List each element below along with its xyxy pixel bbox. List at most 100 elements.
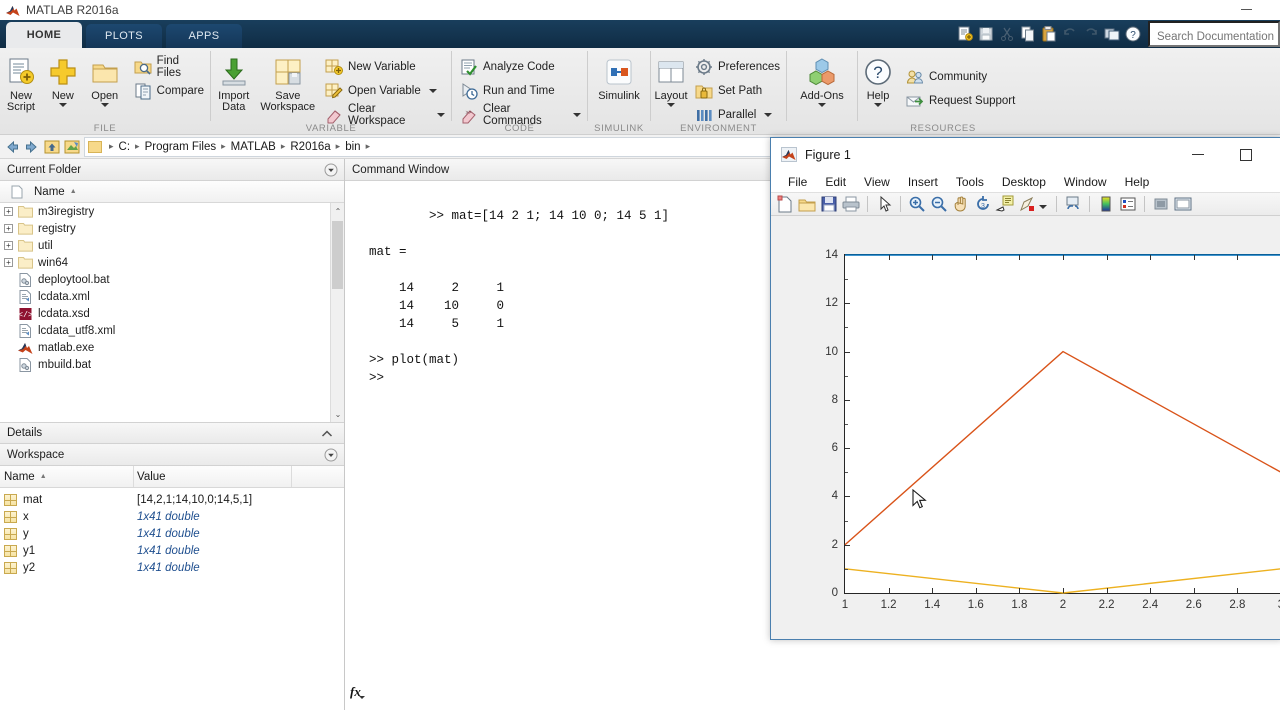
tab-apps[interactable]: APPS — [166, 24, 242, 48]
chevron-down-icon[interactable] — [58, 103, 67, 107]
list-item[interactable]: + registry — [0, 220, 344, 237]
list-item[interactable]: lcdata.xml — [0, 288, 344, 305]
community-button[interactable]: Community — [904, 65, 1021, 89]
menu-insert[interactable]: Insert — [899, 175, 947, 189]
breadcrumb-item-4[interactable]: bin — [343, 141, 362, 153]
show-plot-tools-icon[interactable] — [1173, 194, 1193, 214]
scroll-up-button[interactable]: ⌃ — [331, 203, 344, 219]
name-column-label[interactable]: Name — [34, 186, 65, 198]
switch-window-icon[interactable] — [1103, 25, 1121, 43]
chevron-down-icon[interactable] — [874, 103, 882, 107]
print-figure-icon[interactable] — [841, 194, 861, 214]
table-row[interactable]: y2 1x41 double — [0, 559, 344, 576]
help-icon[interactable]: ? — [1124, 25, 1142, 43]
request-support-button[interactable]: Request Support — [904, 89, 1021, 113]
legend-icon[interactable] — [1118, 194, 1138, 214]
preferences-button[interactable]: Preferences — [693, 55, 786, 79]
save-icon[interactable] — [977, 25, 995, 43]
pan-icon[interactable] — [951, 194, 971, 214]
pointer-icon[interactable] — [874, 194, 894, 214]
workspace-col-name[interactable]: Name — [4, 471, 35, 483]
run-and-time-button[interactable]: Run and Time — [458, 79, 587, 103]
link-plot-icon[interactable] — [1063, 194, 1083, 214]
expander-icon[interactable]: + — [4, 241, 13, 250]
menu-tools[interactable]: Tools — [947, 175, 993, 189]
chevron-down-icon[interactable] — [818, 103, 826, 107]
new-figure-icon[interactable] — [775, 194, 795, 214]
data-cursor-icon[interactable] — [995, 194, 1015, 214]
back-arrow-icon[interactable] — [4, 139, 20, 155]
list-item[interactable]: + win64 — [0, 254, 344, 271]
menu-desktop[interactable]: Desktop — [993, 175, 1055, 189]
window-minimize-button[interactable] — [1241, 9, 1252, 10]
chevron-down-icon[interactable] — [764, 113, 773, 117]
menu-help[interactable]: Help — [1116, 175, 1159, 189]
fx-icon[interactable]: fx — [350, 683, 365, 701]
list-item[interactable]: + m3iregistry — [0, 203, 344, 220]
figure-maximize-button[interactable] — [1225, 138, 1267, 171]
open-button[interactable]: Open — [84, 51, 126, 107]
scrollbar-thumb[interactable] — [332, 221, 343, 289]
chevron-up-icon[interactable] — [320, 427, 334, 444]
forward-arrow-icon[interactable] — [24, 139, 40, 155]
new-variable-button[interactable]: New Variable — [323, 55, 451, 79]
brush-dropdown-chevron-down-icon[interactable] — [1039, 205, 1047, 209]
help-button[interactable]: ? Help — [858, 51, 898, 107]
zoom-in-icon[interactable] — [907, 194, 927, 214]
tab-home[interactable]: HOME — [6, 22, 82, 48]
breadcrumb-item-2[interactable]: MATLAB — [229, 141, 278, 153]
add-ons-button[interactable]: Add-Ons — [791, 51, 853, 107]
new-button[interactable]: New — [42, 51, 84, 107]
workspace-variable-list[interactable]: mat [14,2,1;14,10,0;14,5,1] x 1x41 doubl… — [0, 488, 344, 710]
compare-button[interactable]: Compare — [132, 79, 210, 103]
chevron-down-icon[interactable] — [100, 103, 109, 107]
copy-icon[interactable] — [1019, 25, 1037, 43]
plot-axes[interactable]: 0246810121411.21.41.61.822.22.42.62.83 — [825, 249, 1280, 611]
save-figure-icon[interactable] — [819, 194, 839, 214]
list-item[interactable]: </> lcdata.xsd — [0, 305, 344, 322]
layout-button[interactable]: Layout — [651, 51, 691, 107]
menu-edit[interactable]: Edit — [816, 175, 855, 189]
chevron-down-icon[interactable] — [437, 113, 445, 117]
open-figure-icon[interactable] — [797, 194, 817, 214]
panel-options-icon[interactable] — [324, 163, 338, 177]
chevron-down-icon[interactable] — [428, 89, 437, 93]
list-item[interactable]: mbuild.bat — [0, 356, 344, 373]
menu-window[interactable]: Window — [1055, 175, 1116, 189]
table-row[interactable]: mat [14,2,1;14,10,0;14,5,1] — [0, 491, 344, 508]
set-path-button[interactable]: Set Path — [693, 79, 786, 103]
workspace-col-value[interactable]: Value — [134, 466, 292, 487]
open-variable-button[interactable]: Open Variable — [323, 79, 451, 103]
search-documentation-input[interactable] — [1148, 21, 1280, 47]
browse-folder-icon[interactable] — [64, 139, 80, 155]
brush-icon[interactable] — [1017, 194, 1037, 214]
chevron-down-icon[interactable] — [573, 113, 581, 117]
current-folder-file-list[interactable]: + m3iregistry + registry + util + win64 … — [0, 203, 344, 422]
figure-plot-area[interactable]: 0246810121411.21.41.61.822.22.42.62.83 — [771, 217, 1280, 639]
panel-options-icon[interactable] — [324, 448, 338, 462]
chevron-down-icon[interactable] — [666, 103, 675, 107]
figure-minimize-button[interactable] — [1177, 138, 1219, 171]
expander-icon[interactable]: + — [4, 258, 13, 267]
table-row[interactable]: x 1x41 double — [0, 508, 344, 525]
breadcrumb-item-3[interactable]: R2016a — [288, 141, 332, 153]
zoom-out-icon[interactable] — [929, 194, 949, 214]
table-row[interactable]: y1 1x41 double — [0, 542, 344, 559]
list-item[interactable]: + util — [0, 237, 344, 254]
rotate-3d-icon[interactable]: 3 — [973, 194, 993, 214]
list-item[interactable]: matlab.exe — [0, 339, 344, 356]
file-list-scrollbar[interactable]: ⌃ ⌄ — [330, 203, 344, 422]
expander-icon[interactable]: + — [4, 207, 13, 216]
analyze-code-button[interactable]: Analyze Code — [458, 55, 587, 79]
details-panel-header[interactable]: Details — [0, 422, 344, 444]
expander-icon[interactable]: + — [4, 224, 13, 233]
scroll-down-button[interactable]: ⌄ — [331, 406, 344, 422]
new-script-button[interactable]: New Script — [0, 51, 42, 113]
new-script-icon[interactable] — [956, 25, 974, 43]
import-data-button[interactable]: Import Data — [211, 51, 257, 113]
figure-window[interactable]: Figure 1 File Edit View Insert Tools Des… — [770, 137, 1280, 640]
find-files-button[interactable]: Find Files — [132, 55, 210, 79]
breadcrumb-item-1[interactable]: Program Files — [143, 141, 219, 153]
paste-icon[interactable] — [1040, 25, 1058, 43]
tab-plots[interactable]: PLOTS — [86, 24, 162, 48]
